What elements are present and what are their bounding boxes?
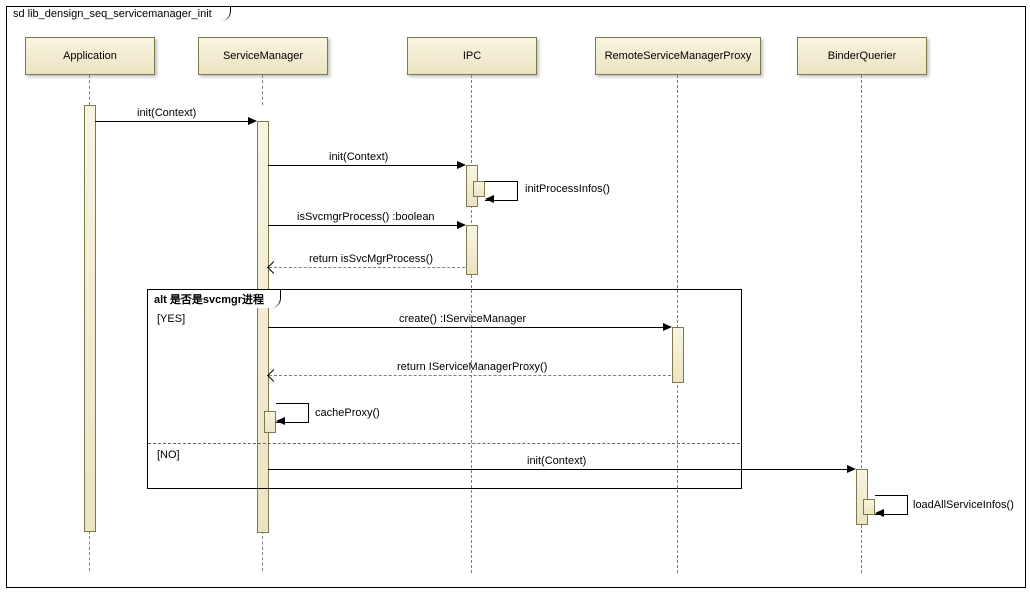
arrowhead-icon xyxy=(663,323,672,331)
message-label: init(Context) xyxy=(527,455,586,467)
alt-guard-no: [NO] xyxy=(157,449,180,461)
activation-binderquerier xyxy=(856,469,868,525)
lifeline-dash xyxy=(89,531,90,571)
lifeline-dash xyxy=(262,75,263,105)
arrowhead-icon xyxy=(847,465,856,473)
arrowhead-icon xyxy=(457,221,466,229)
message-label: create() :IServiceManager xyxy=(399,313,526,325)
arrowhead-icon xyxy=(248,117,257,125)
message-label: return isSvcMgrProcess() xyxy=(309,253,433,265)
lifeline-label: RemoteServiceManagerProxy xyxy=(605,50,752,62)
sequence-diagram: sd lib_densign_seq_servicemanager_init A… xyxy=(0,0,1030,592)
arrowhead-icon xyxy=(267,261,280,274)
lifeline-binderquerier: BinderQuerier xyxy=(797,37,927,75)
activation-binderquerier-self xyxy=(863,499,875,515)
lifeline-label: IPC xyxy=(463,50,481,62)
message-label: isSvcmgrProcess() :boolean xyxy=(297,211,435,223)
lifeline-ipc: IPC xyxy=(407,37,537,75)
arrowhead-icon xyxy=(485,195,494,203)
activation-ipc-1b xyxy=(473,181,485,197)
lifeline-servicemanager: ServiceManager xyxy=(198,37,328,75)
message-label: loadAllServiceInfos() xyxy=(913,499,1014,511)
diagram-title: sd lib_densign_seq_servicemanager_init xyxy=(6,6,231,21)
return-arrow xyxy=(269,267,465,268)
message-label: cacheProxy() xyxy=(315,407,380,419)
arrowhead-icon xyxy=(276,417,285,425)
message-arrow xyxy=(268,225,464,226)
message-label: init(Context) xyxy=(329,151,388,163)
activation-ipc-2 xyxy=(466,225,478,275)
lifeline-label: Application xyxy=(63,50,117,62)
message-arrow xyxy=(268,165,464,166)
alt-label: alt 是否是svcmgr进程 xyxy=(147,289,281,308)
message-arrow xyxy=(95,121,255,122)
message-label: return IServiceManagerProxy() xyxy=(397,361,547,373)
lifeline-dash xyxy=(89,75,90,105)
arrowhead-icon xyxy=(457,161,466,169)
message-arrow xyxy=(268,469,854,470)
lifeline-remoteproxy: RemoteServiceManagerProxy xyxy=(595,37,761,75)
activation-application xyxy=(84,105,96,532)
lifeline-application: Application xyxy=(25,37,155,75)
return-arrow xyxy=(269,375,671,376)
alt-guard-yes: [YES] xyxy=(157,313,185,325)
arrowhead-icon xyxy=(875,509,884,517)
message-label: initProcessInfos() xyxy=(525,183,610,195)
lifeline-label: ServiceManager xyxy=(223,50,303,62)
message-label: init(Context) xyxy=(137,107,196,119)
message-arrow xyxy=(268,327,670,328)
lifeline-dash xyxy=(262,531,263,571)
alt-separator xyxy=(148,443,740,444)
diagram-frame: sd lib_densign_seq_servicemanager_init A… xyxy=(6,6,1026,588)
lifeline-label: BinderQuerier xyxy=(828,50,896,62)
